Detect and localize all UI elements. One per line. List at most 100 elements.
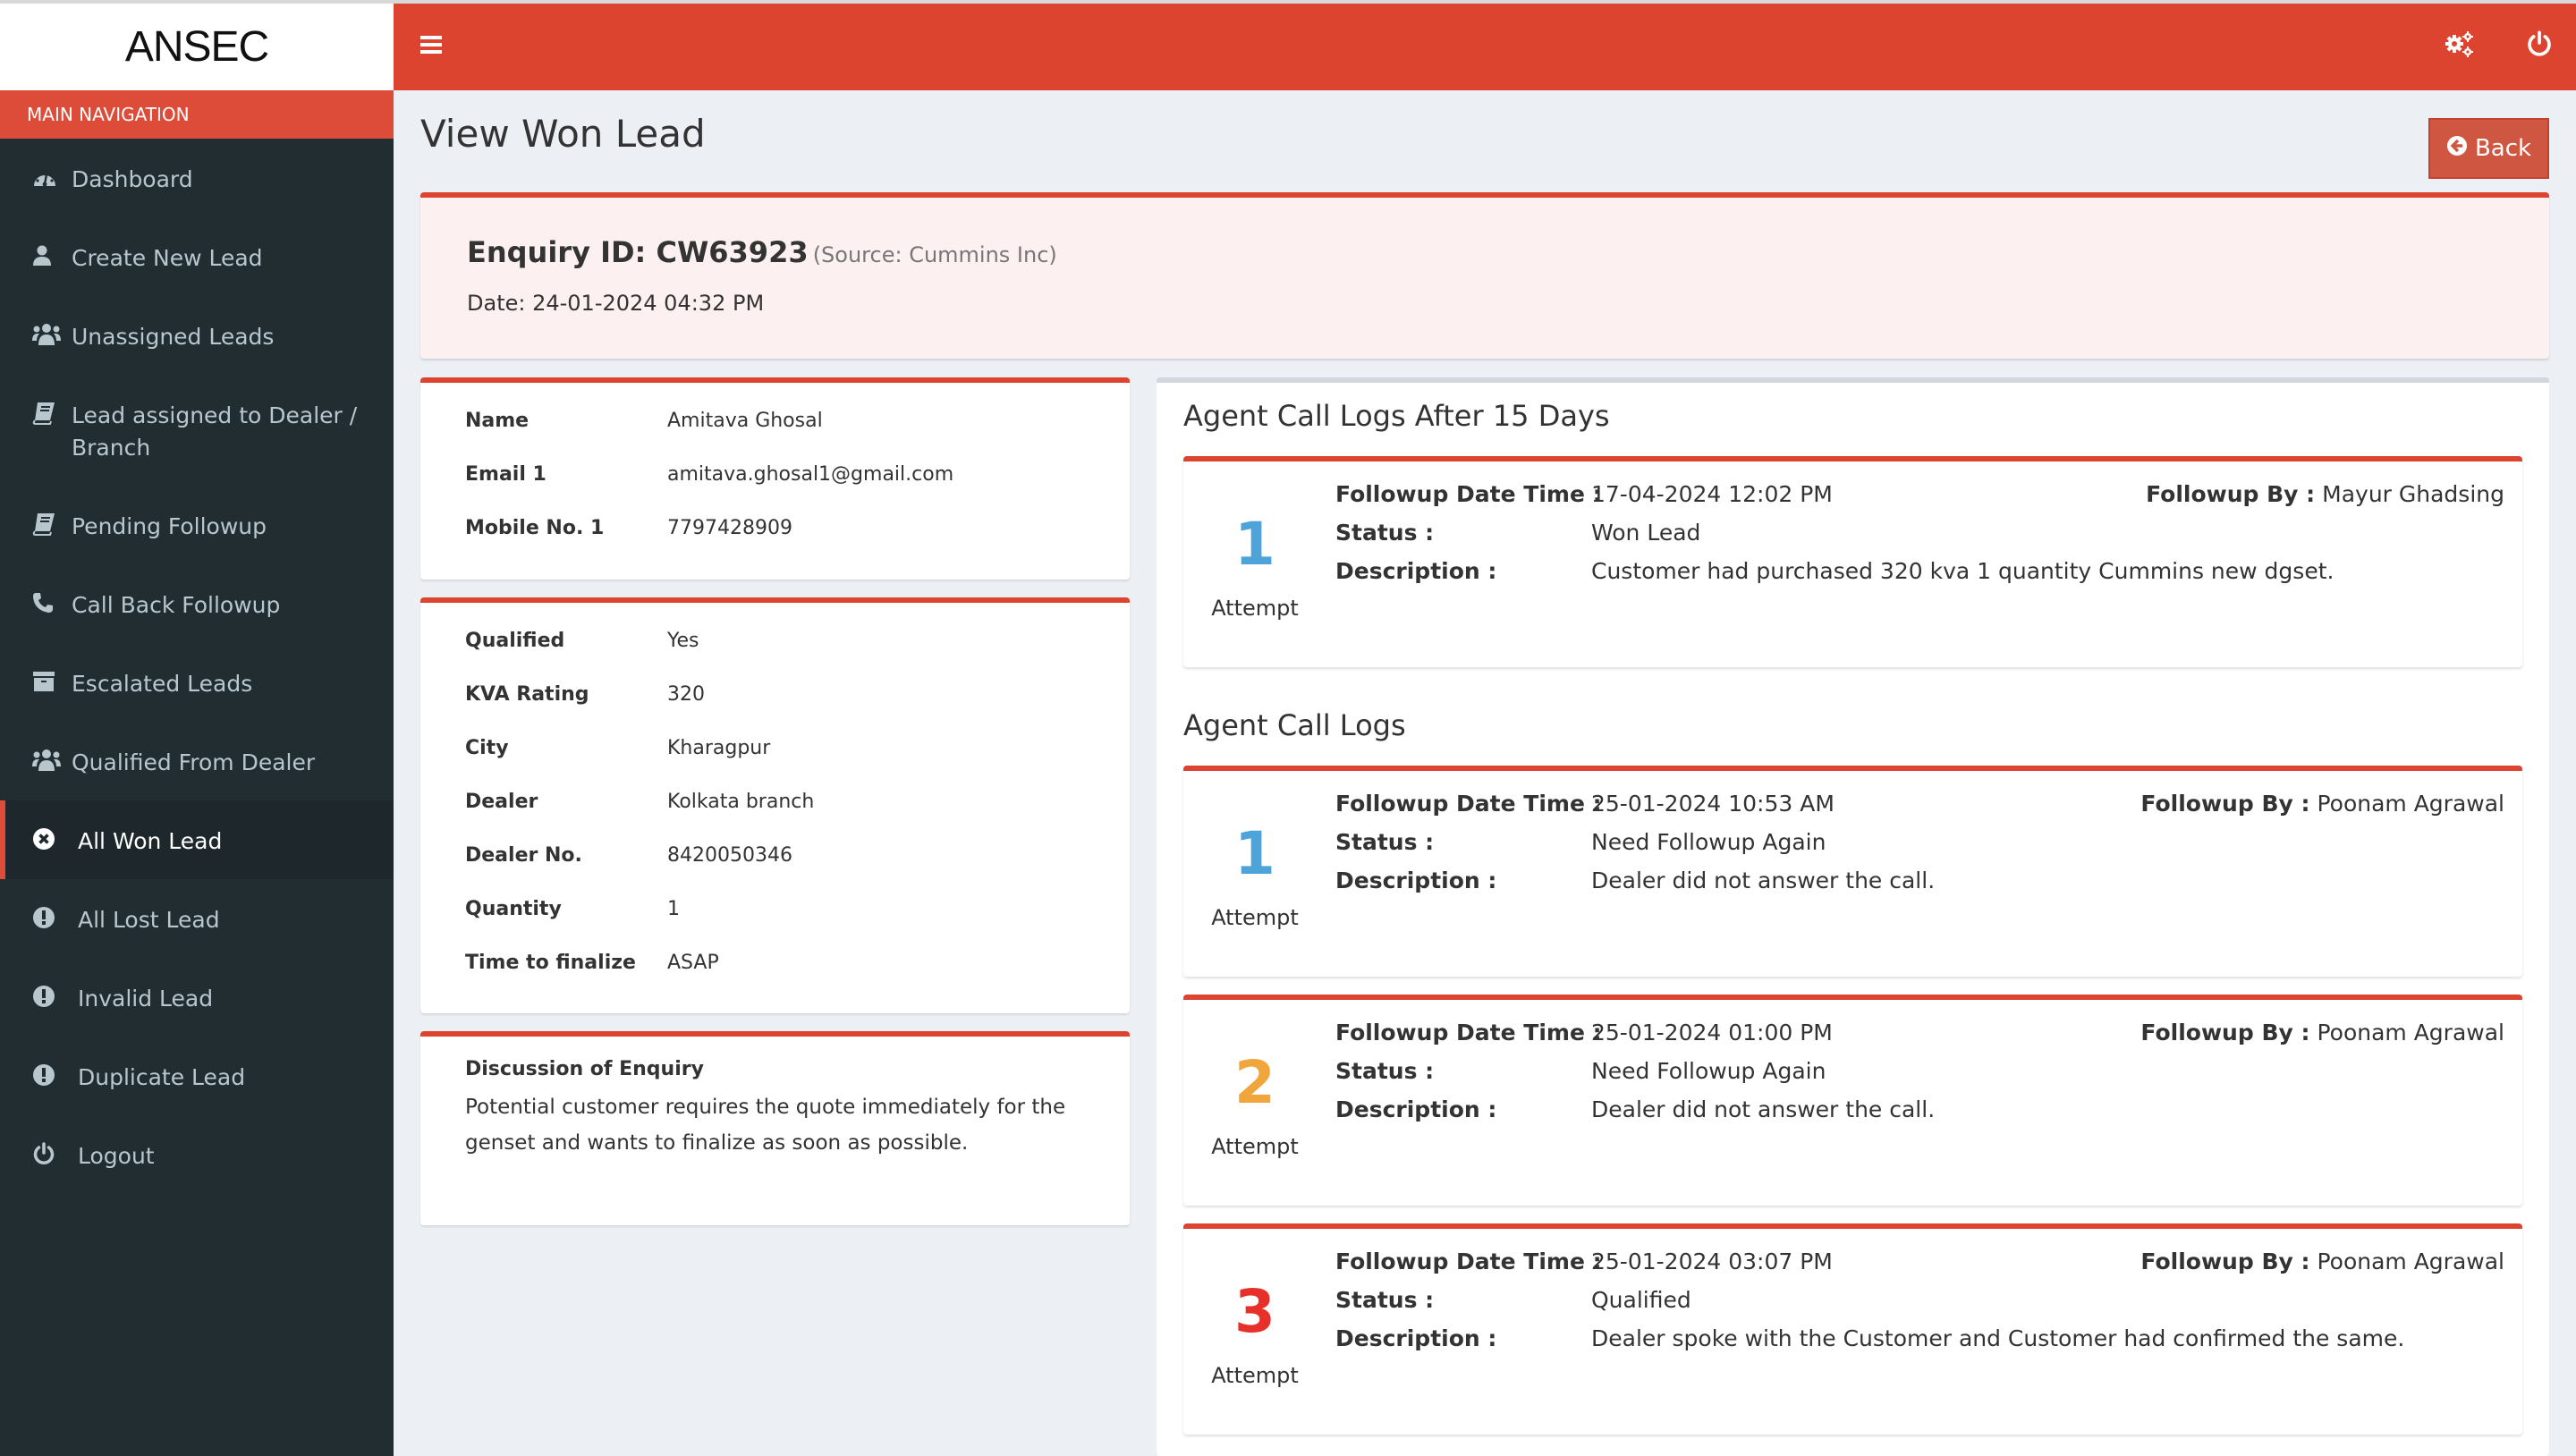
attempt-number: 1 — [1234, 819, 1275, 888]
user-icon — [32, 242, 68, 269]
sidebar-item-pending-followup[interactable]: Pending Followup — [0, 486, 394, 564]
field-label: Status : — [1335, 1287, 1435, 1313]
sidebar-item-dashboard[interactable]: Dashboard — [0, 139, 394, 217]
field-value: 1 — [667, 898, 680, 920]
field-label: Time to finalize — [465, 952, 636, 974]
field-value: Poonam Agrawal — [2317, 791, 2504, 817]
sidebar-item-label: Pending Followup — [72, 513, 267, 539]
sidebar-item-label: Qualified From Dealer — [72, 749, 316, 775]
field-value: Qualified — [1591, 1287, 1691, 1313]
attempt-label: Attempt — [1211, 905, 1299, 930]
sidebar: ANSEC MAIN NAVIGATION Dashboard Create N… — [0, 4, 394, 1456]
back-button[interactable]: Back — [2428, 118, 2549, 179]
field-value: 8420050346 — [667, 844, 792, 867]
field-label: Dealer No. — [465, 844, 582, 867]
followup-by: Followup By : Mayur Ghadsing — [2146, 481, 2504, 507]
field-label: Dealer — [465, 791, 538, 813]
field-label: Followup Date Time : — [1335, 481, 1602, 507]
sidebar-item-label: Duplicate Lead — [78, 1064, 246, 1090]
users-icon — [32, 321, 68, 348]
sidebar-item-logout[interactable]: Logout — [0, 1115, 394, 1194]
sidebar-item-escalated-leads[interactable]: Escalated Leads — [0, 643, 394, 722]
field-value: 7797428909 — [667, 517, 792, 539]
archive-icon — [32, 668, 68, 695]
call-logs-panel: Agent Call Logs After 15 Days 1 Attempt … — [1157, 377, 2549, 1456]
sidebar-item-all-lost-lead[interactable]: All Lost Lead — [0, 879, 394, 958]
field-value: Poonam Agrawal — [2317, 1249, 2504, 1274]
sidebar-item-label: Create New Lead — [72, 245, 263, 271]
field-label: City — [465, 737, 509, 759]
top-header — [394, 4, 2576, 90]
field-value: Need Followup Again — [1591, 1058, 1826, 1084]
sidebar-item-unassigned-leads[interactable]: Unassigned Leads — [0, 296, 394, 375]
sidebar-item-duplicate-lead[interactable]: Duplicate Lead — [0, 1037, 394, 1115]
field-value: Kolkata branch — [667, 791, 815, 813]
agent-call-logs-title: Agent Call Logs — [1183, 708, 1406, 742]
call-log-card: 2 Attempt Followup Date Time :25-01-2024… — [1183, 995, 2522, 1206]
field-value: Dealer spoke with the Customer and Custo… — [1591, 1325, 2405, 1351]
field-value: Amitava Ghosal — [667, 410, 823, 432]
followup-by: Followup By : Poonam Agrawal — [2140, 791, 2504, 817]
sidebar-item-all-won-lead[interactable]: All Won Lead — [0, 800, 394, 879]
field-label: Description : — [1335, 868, 1497, 893]
field-label: Status : — [1335, 829, 1435, 855]
sidebar-item-label: Lead assigned to Dealer / Branch — [72, 402, 358, 461]
field-label: Name — [465, 410, 530, 432]
enquiry-source: (Source: Cummins Inc) — [812, 242, 1057, 267]
power-icon[interactable] — [2526, 30, 2558, 63]
field-value: Dealer did not answer the call. — [1591, 868, 1936, 893]
field-value: Kharagpur — [667, 737, 771, 759]
attempt-label: Attempt — [1211, 1134, 1299, 1159]
discussion-text: Potential customer requires the quote im… — [465, 1096, 1066, 1155]
book-icon — [32, 511, 68, 538]
field-value: Mayur Ghadsing — [2322, 481, 2504, 507]
enquiry-id: Enquiry ID: CW63923 — [467, 235, 809, 269]
field-value: Won Lead — [1591, 520, 1701, 546]
sidebar-item-label: Unassigned Leads — [72, 324, 275, 350]
exclamation-circle-icon — [32, 1062, 68, 1088]
back-label: Back — [2474, 135, 2532, 162]
lead-details-panel: Qualified Yes KVA Rating 320 City Kharagpur… — [420, 597, 1130, 1013]
sidebar-item-create-new-lead[interactable]: Create New Lead — [0, 217, 394, 296]
discussion-panel: Discussion of Enquiry Potential customer… — [420, 1031, 1130, 1225]
field-label: Description : — [1335, 1325, 1497, 1351]
field-label: Followup By : — [2140, 1249, 2310, 1274]
call-log-card: 1 Attempt Followup Date Time :25-01-2024… — [1183, 766, 2522, 977]
field-value: Poonam Agrawal — [2317, 1020, 2504, 1045]
attempt-number: 1 — [1234, 510, 1275, 579]
sidebar-item-lead-assigned-to-dealer[interactable]: Lead assigned to Dealer / Branch — [0, 375, 394, 486]
users-icon — [32, 747, 68, 774]
call-log-card: 1 Attempt Followup Date Time :17-04-2024… — [1183, 456, 2522, 667]
field-value: 25-01-2024 03:07 PM — [1591, 1249, 1833, 1274]
page-title: View Won Lead — [420, 112, 706, 156]
sidebar-item-invalid-lead[interactable]: Invalid Lead — [0, 958, 394, 1037]
field-label: Description : — [1335, 1096, 1497, 1122]
sidebar-item-label: Dashboard — [72, 166, 193, 192]
field-label: Status : — [1335, 520, 1435, 546]
field-value: Yes — [667, 630, 699, 652]
exclamation-circle-icon — [32, 904, 68, 931]
sidebar-item-label: All Lost Lead — [78, 907, 220, 933]
field-value: amitava.ghosal1@gmail.com — [667, 463, 954, 486]
sidebar-item-call-back-followup[interactable]: Call Back Followup — [0, 564, 394, 643]
field-label: Status : — [1335, 1058, 1435, 1084]
sidebar-item-qualified-from-dealer[interactable]: Qualified From Dealer — [0, 722, 394, 800]
enquiry-summary: Enquiry ID: CW63923 (Source: Cummins Inc… — [420, 192, 2549, 359]
contact-panel: Name Amitava Ghosal Email 1 amitava.ghos… — [420, 377, 1130, 580]
sidebar-item-label: Call Back Followup — [72, 592, 281, 618]
app-logo[interactable]: ANSEC — [0, 4, 394, 90]
attempt-number: 3 — [1234, 1277, 1275, 1346]
dashboard-icon — [32, 164, 68, 190]
settings-gears-icon[interactable] — [2445, 30, 2477, 63]
field-value: 25-01-2024 10:53 AM — [1591, 791, 1835, 817]
sidebar-item-label: Invalid Lead — [78, 986, 214, 1012]
power-icon — [32, 1140, 68, 1167]
book-icon — [32, 400, 68, 427]
field-label: Description : — [1335, 558, 1497, 584]
sidebar-item-label: Logout — [78, 1143, 155, 1169]
field-label: Followup Date Time : — [1335, 1249, 1602, 1274]
field-label: Followup Date Time : — [1335, 1020, 1602, 1045]
menu-icon[interactable] — [420, 36, 442, 55]
main-navigation-header: MAIN NAVIGATION — [0, 90, 394, 139]
followup-by: Followup By : Poonam Agrawal — [2140, 1249, 2504, 1274]
